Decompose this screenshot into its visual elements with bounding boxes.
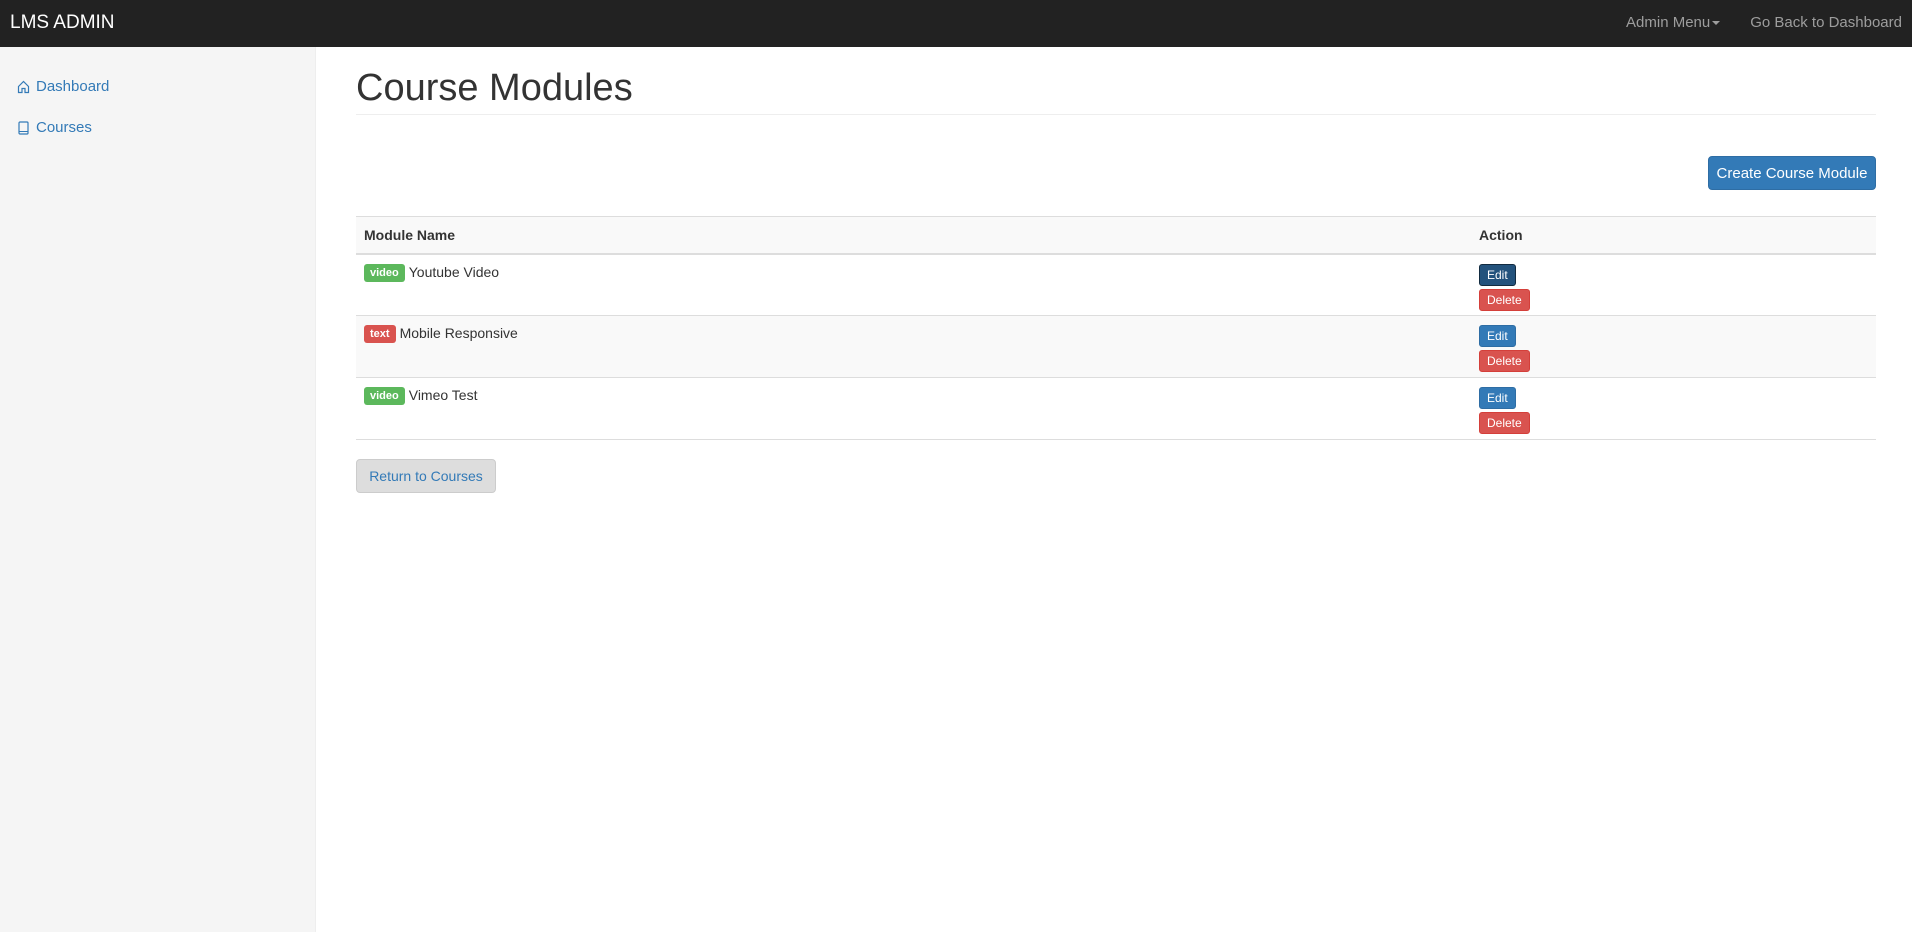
return-to-courses-button[interactable]: Return to Courses bbox=[356, 459, 496, 493]
admin-menu-dropdown[interactable]: Admin Menu bbox=[1626, 14, 1721, 31]
delete-button[interactable]: Delete bbox=[1479, 350, 1530, 372]
page-title: Course Modules bbox=[356, 67, 633, 109]
home-icon bbox=[17, 80, 30, 93]
table-row: video Vimeo Test Edit Delete bbox=[356, 377, 1876, 440]
module-type-badge: video bbox=[364, 387, 405, 405]
module-name: Vimeo Test bbox=[408, 387, 478, 403]
sidebar: Dashboard Courses bbox=[0, 47, 316, 932]
top-navbar: LMS ADMIN Admin Menu Go Back to Dashboar… bbox=[0, 0, 1912, 47]
module-name-cell: video Vimeo Test bbox=[356, 377, 1471, 440]
admin-menu-label: Admin Menu bbox=[1626, 14, 1711, 31]
module-name-cell: video Youtube Video bbox=[356, 253, 1471, 316]
module-name: Mobile Responsive bbox=[399, 325, 518, 341]
create-course-module-button[interactable]: Create Course Module bbox=[1708, 156, 1876, 190]
edit-button[interactable]: Edit bbox=[1479, 387, 1516, 409]
sidebar-item-dashboard[interactable]: Dashboard bbox=[17, 78, 109, 95]
sidebar-item-label: Courses bbox=[36, 119, 92, 136]
edit-button[interactable]: Edit bbox=[1479, 263, 1516, 286]
edit-button[interactable]: Edit bbox=[1479, 325, 1516, 347]
sidebar-item-courses[interactable]: Courses bbox=[17, 119, 92, 136]
module-name: Youtube Video bbox=[408, 263, 500, 280]
go-back-dashboard-link[interactable]: Go Back to Dashboard bbox=[1750, 14, 1902, 31]
column-header-action: Action bbox=[1471, 216, 1876, 255]
action-cell: Edit Delete bbox=[1471, 315, 1876, 378]
column-header-module-name: Module Name bbox=[356, 216, 1471, 255]
table-row: video Youtube Video Edit Delete bbox=[356, 253, 1876, 316]
modules-table: Module Name Action video Youtube Video Ed… bbox=[356, 216, 1876, 440]
caret-down-icon bbox=[1712, 21, 1721, 26]
module-type-badge: video bbox=[364, 263, 405, 282]
title-divider bbox=[356, 114, 1876, 115]
sidebar-item-label: Dashboard bbox=[36, 78, 110, 95]
module-type-badge: text bbox=[364, 325, 396, 343]
action-cell: Edit Delete bbox=[1471, 253, 1876, 316]
delete-button[interactable]: Delete bbox=[1479, 288, 1530, 311]
brand-logo[interactable]: LMS ADMIN bbox=[10, 12, 115, 34]
table-row: text Mobile Responsive Edit Delete bbox=[356, 315, 1876, 378]
delete-button[interactable]: Delete bbox=[1479, 412, 1530, 434]
action-cell: Edit Delete bbox=[1471, 377, 1876, 440]
book-icon bbox=[18, 120, 29, 135]
module-name-cell: text Mobile Responsive bbox=[356, 315, 1471, 378]
navbar-right: Admin Menu Go Back to Dashboard bbox=[1626, 14, 1902, 31]
